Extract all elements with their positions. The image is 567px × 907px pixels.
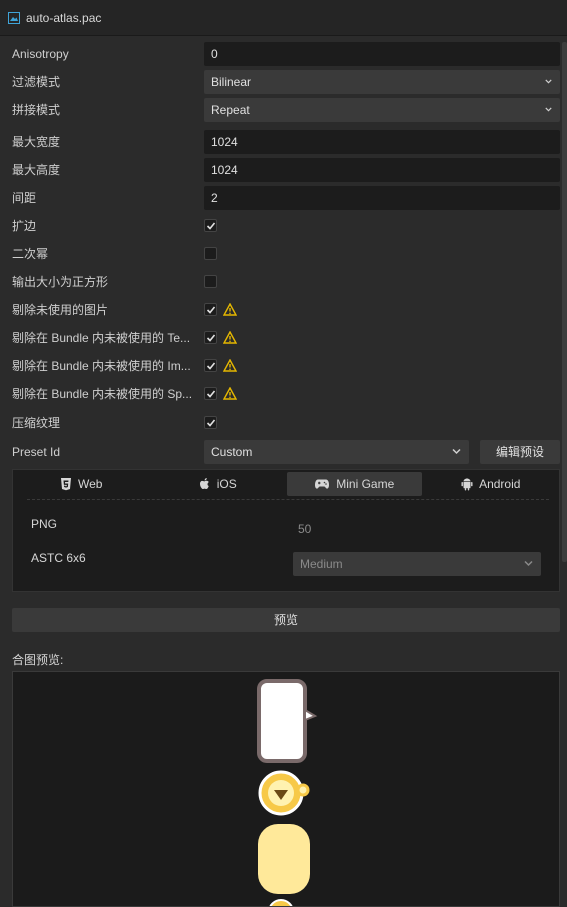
anisotropy-label: Anisotropy	[12, 47, 69, 61]
checkmark-icon	[206, 390, 216, 398]
power-of-two-checkbox[interactable]	[204, 247, 217, 260]
filter-mode-row: 过滤模式 Bilinear	[12, 70, 560, 94]
remove-unused-image-assets-checkbox[interactable]	[204, 359, 217, 372]
padding-row: 间距 2	[12, 186, 560, 210]
atlas-preview-label: 合图预览:	[12, 653, 64, 667]
remove-unused-textures-label: 剔除在 Bundle 内未被使用的 Te...	[12, 331, 191, 345]
wrap-mode-row: 拼接模式 Repeat	[12, 98, 560, 122]
max-height-input[interactable]: 1024	[204, 158, 560, 182]
max-height-row: 最大高度 1024	[12, 158, 560, 182]
filter-mode-select[interactable]: Bilinear	[204, 70, 560, 94]
tab-web[interactable]: Web	[14, 472, 149, 496]
anisotropy-input[interactable]: 0	[204, 42, 560, 66]
android-icon	[461, 478, 473, 491]
tab-android[interactable]: Android	[424, 472, 559, 496]
checkmark-icon	[206, 306, 216, 314]
tab-mini-game[interactable]: Mini Game	[287, 472, 422, 496]
allow-rotation-label: 扩边	[12, 219, 37, 233]
edit-preset-button[interactable]: 编辑预设	[480, 440, 560, 464]
compress-texture-row: 压缩纹理	[12, 411, 560, 435]
preset-id-label: Preset Id	[12, 445, 61, 459]
compress-texture-label: 压缩纹理	[12, 416, 61, 430]
filter-mode-label: 过滤模式	[12, 75, 61, 89]
tab-divider	[27, 499, 549, 500]
window-title: auto-atlas.pac	[26, 10, 102, 25]
chevron-down-icon	[545, 79, 552, 84]
remove-unused-textures-checkbox[interactable]	[204, 331, 217, 344]
checkmark-icon	[206, 419, 216, 427]
power-of-two-label: 二次幂	[12, 247, 49, 261]
remove-unused-images-label: 剔除未使用的图片	[12, 303, 109, 317]
remove-unused-image-assets-label: 剔除在 Bundle 内未被使用的 Im...	[12, 359, 191, 373]
max-width-row: 最大宽度 1024	[12, 130, 560, 154]
preset-id-value: Custom	[211, 445, 253, 459]
scrollbar-thumb[interactable]	[562, 42, 567, 562]
wrap-mode-select[interactable]: Repeat	[204, 98, 560, 122]
padding-input[interactable]: 2	[204, 186, 560, 210]
wrap-mode-value: Repeat	[211, 103, 250, 117]
tab-mini-game-label: Mini Game	[336, 477, 395, 491]
force-squared-label: 输出大小为正方形	[12, 275, 109, 289]
max-width-input[interactable]: 1024	[204, 130, 560, 154]
remove-unused-sprites-label: 剔除在 Bundle 内未被使用的 Sp...	[12, 387, 193, 401]
preset-id-row: Preset Id Custom 编辑预设	[12, 440, 560, 464]
remove-unused-textures-row: 剔除在 Bundle 内未被使用的 Te...	[12, 326, 560, 350]
preview-button[interactable]: 预览	[12, 608, 560, 632]
tab-ios[interactable]: iOS	[151, 472, 286, 496]
format-astc-quality-select[interactable]: Medium	[293, 552, 541, 576]
preset-id-select[interactable]: Custom	[204, 440, 469, 464]
format-png-quality[interactable]: 50	[298, 522, 311, 536]
warning-icon[interactable]	[223, 303, 237, 316]
max-width-label: 最大宽度	[12, 135, 61, 149]
remove-unused-sprites-row: 剔除在 Bundle 内未被使用的 Sp...	[12, 382, 560, 406]
allow-rotation-row: 扩边	[12, 214, 560, 238]
gamepad-icon	[315, 479, 330, 489]
checkmark-icon	[206, 362, 216, 370]
wrap-mode-label: 拼接模式	[12, 103, 61, 117]
image-asset-icon	[8, 11, 20, 24]
padding-label: 间距	[12, 191, 37, 205]
force-squared-checkbox[interactable]	[204, 275, 217, 288]
checkmark-icon	[206, 334, 216, 342]
platform-settings-panel: Web iOS Mini Game Android PNG 50 ASTC 6x…	[12, 469, 560, 592]
format-png-label: PNG	[31, 517, 58, 531]
format-astc-label: ASTC 6x6	[31, 551, 86, 565]
allow-rotation-checkbox[interactable]	[204, 219, 217, 232]
anisotropy-row: Anisotropy 0	[12, 42, 560, 66]
chevron-down-icon	[545, 107, 552, 112]
max-height-label: 最大高度	[12, 163, 61, 177]
filter-mode-value: Bilinear	[211, 75, 252, 89]
power-of-two-row: 二次幂	[12, 242, 560, 266]
chevron-down-icon	[524, 560, 533, 567]
apple-icon	[199, 478, 209, 489]
warning-icon[interactable]	[223, 331, 237, 344]
format-astc-quality-value: Medium	[300, 557, 343, 571]
warning-icon[interactable]	[223, 359, 237, 372]
window-titlebar: auto-atlas.pac	[0, 0, 567, 36]
tab-web-label: Web	[78, 477, 103, 491]
chevron-down-icon	[452, 448, 461, 455]
compress-texture-checkbox[interactable]	[204, 416, 217, 429]
html5-icon	[61, 478, 72, 491]
tab-ios-label: iOS	[216, 477, 237, 491]
atlas-preview-image	[257, 679, 318, 906]
atlas-preview-canvas	[12, 671, 560, 907]
force-squared-row: 输出大小为正方形	[12, 270, 560, 294]
platform-tabs: Web iOS Mini Game Android	[13, 472, 559, 498]
warning-icon[interactable]	[223, 387, 237, 400]
remove-unused-image-assets-row: 剔除在 Bundle 内未被使用的 Im...	[12, 354, 560, 378]
tab-android-label: Android	[479, 477, 521, 491]
checkmark-icon	[206, 222, 216, 230]
remove-unused-sprites-checkbox[interactable]	[204, 387, 217, 400]
remove-unused-images-row: 剔除未使用的图片	[12, 298, 560, 322]
remove-unused-images-checkbox[interactable]	[204, 303, 217, 316]
